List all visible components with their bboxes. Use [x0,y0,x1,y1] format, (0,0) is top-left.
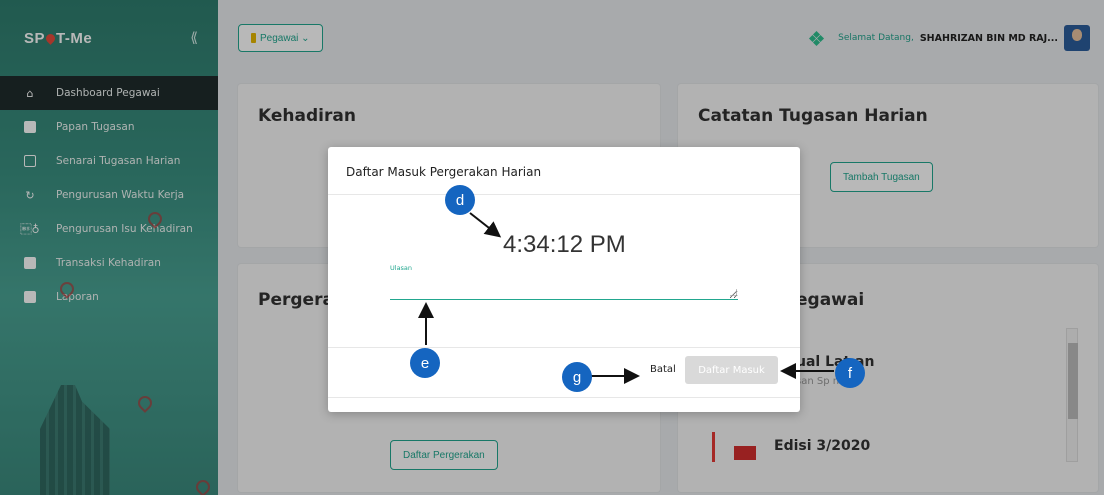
divider [328,194,800,195]
resize-handle-icon[interactable] [730,289,737,296]
modal-title: Daftar Masuk Pergerakan Harian [346,165,542,179]
ulasan-textarea[interactable] [390,275,738,300]
annotation-badge-g: g [562,362,592,392]
annotation-badge-d: d [445,185,475,215]
annotation-badge-f: f [835,358,865,388]
live-clock: 4:34:12 PM [503,231,626,258]
ulasan-label: Ulasan [390,264,413,272]
divider [328,347,800,348]
divider [328,397,800,398]
daftar-masuk-button[interactable]: Daftar Masuk [685,356,778,384]
cancel-button[interactable]: Batal [650,364,676,375]
annotation-badge-e: e [410,348,440,378]
